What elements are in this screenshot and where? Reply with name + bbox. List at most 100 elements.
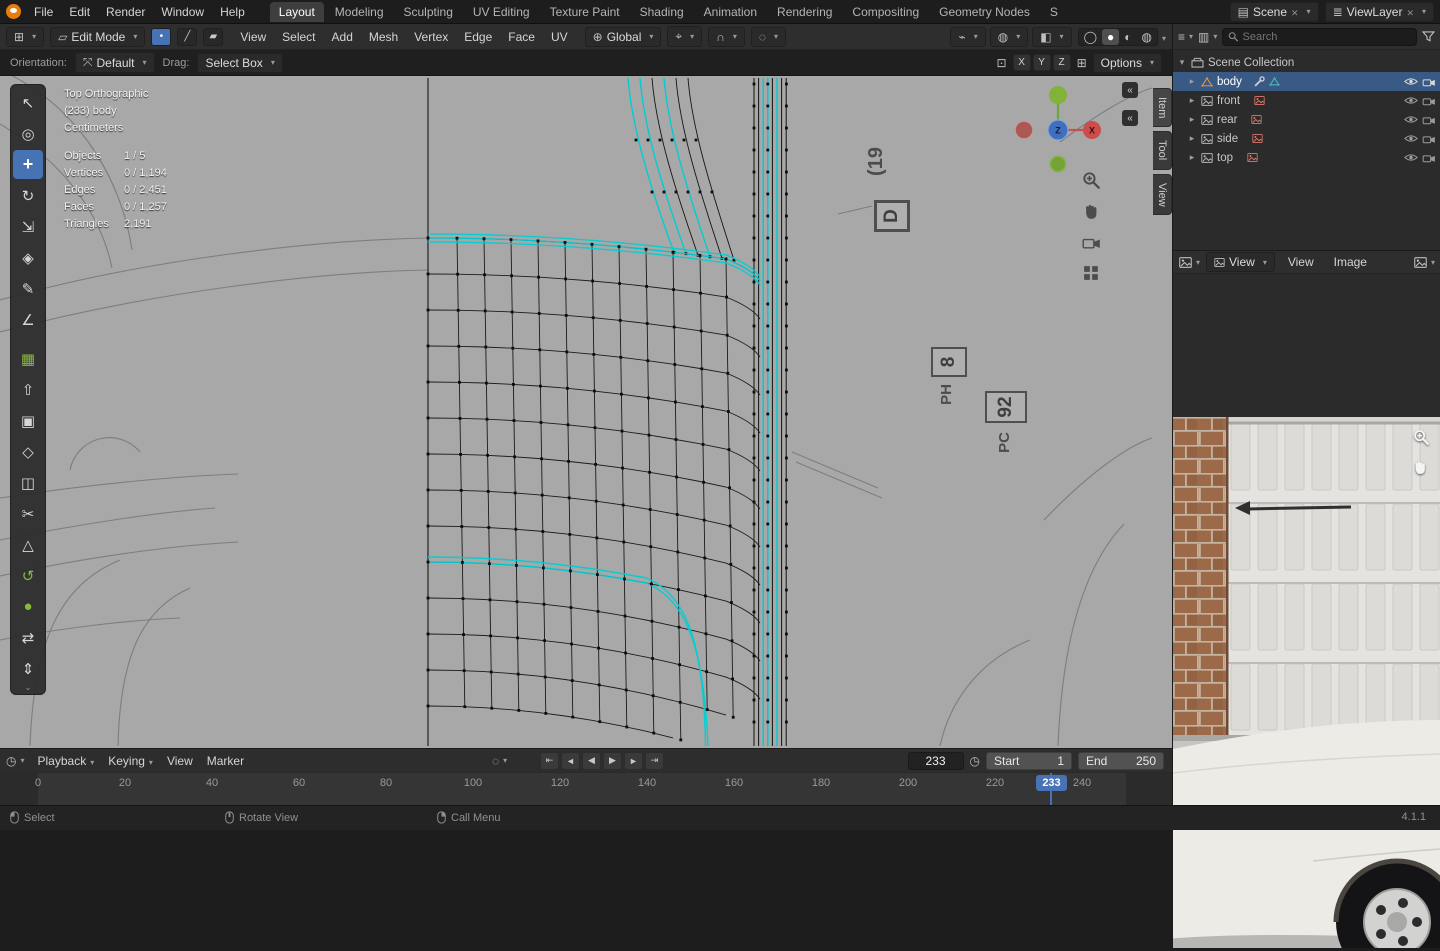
- drag-dropdown[interactable]: Select Box: [197, 52, 283, 73]
- workspace-tab-sculpting[interactable]: Sculpting: [395, 2, 462, 22]
- transform-orientation-dropdown[interactable]: ⊕ Global: [584, 26, 662, 47]
- outliner-row-rear[interactable]: ▸ rear: [1173, 110, 1440, 129]
- playhead-frame-badge[interactable]: 233: [1036, 775, 1067, 791]
- workspace-tab-uv-editing[interactable]: UV Editing: [464, 2, 539, 22]
- editor-type-button[interactable]: ⊞: [6, 26, 45, 47]
- loop-cut-tool[interactable]: ◫: [13, 468, 43, 497]
- hide-eye-icon[interactable]: [1404, 77, 1418, 86]
- menu-mesh[interactable]: Mesh: [362, 28, 405, 46]
- timeline-menu-view[interactable]: View: [160, 752, 200, 770]
- workspace-tab-modeling[interactable]: Modeling: [326, 2, 393, 22]
- cursor-tool[interactable]: ◎: [13, 119, 43, 148]
- jump-to-end-button[interactable]: ⇥: [645, 751, 664, 770]
- vertex-select-button[interactable]: •: [151, 27, 172, 46]
- rotate-tool[interactable]: ↻: [13, 181, 43, 210]
- outliner-row-side[interactable]: ▸ side: [1173, 129, 1440, 148]
- hide-eye-icon[interactable]: [1404, 153, 1418, 162]
- pan-button[interactable]: [1079, 199, 1103, 223]
- outliner-display-mode-button[interactable]: ▥: [1198, 30, 1217, 44]
- image-browse-button[interactable]: [1414, 257, 1435, 268]
- workspace-tab-shading[interactable]: Shading: [631, 2, 693, 22]
- edge-slide-tool[interactable]: ⇄: [13, 623, 43, 652]
- shading-wireframe-button[interactable]: ◯: [1079, 29, 1102, 45]
- menu-view[interactable]: View: [233, 28, 273, 46]
- snap-target-icon[interactable]: ⊞: [1077, 56, 1087, 70]
- extrude-tool[interactable]: ⇧: [13, 375, 43, 404]
- image-menu-image[interactable]: Image: [1327, 253, 1374, 271]
- inset-tool[interactable]: ▣: [13, 406, 43, 435]
- menu-help[interactable]: Help: [213, 3, 252, 21]
- outliner-row-body[interactable]: ▸ body: [1173, 72, 1440, 91]
- smooth-tool[interactable]: ●: [13, 592, 43, 621]
- menu-add[interactable]: Add: [325, 28, 360, 46]
- disclosure-icon[interactable]: ▸: [1187, 152, 1197, 163]
- outliner-row-top[interactable]: ▸ top: [1173, 148, 1440, 167]
- camera-view-button[interactable]: [1079, 230, 1103, 254]
- blender-logo-icon[interactable]: [6, 4, 21, 19]
- scene-selector[interactable]: ▤ Scene: [1229, 1, 1319, 22]
- menu-edit[interactable]: Edit: [62, 3, 97, 21]
- timeline-menu-marker[interactable]: Marker: [200, 752, 251, 770]
- start-frame-field[interactable]: Start 1: [986, 751, 1072, 770]
- add-cube-tool[interactable]: ▦: [13, 344, 43, 373]
- pivot-point-dropdown[interactable]: ⌖: [667, 26, 703, 47]
- image-view-dropdown[interactable]: View: [1206, 252, 1275, 272]
- viewlayer-selector[interactable]: ≣ ViewLayer: [1324, 1, 1434, 22]
- disclosure-icon[interactable]: ▸: [1187, 114, 1197, 125]
- auto-keying-button[interactable]: ◌: [492, 754, 507, 768]
- proportional-edit-dropdown[interactable]: ◌: [750, 26, 786, 47]
- jump-to-start-button[interactable]: ⇤: [540, 751, 559, 770]
- overlays-button[interactable]: ◍: [989, 26, 1029, 47]
- menu-file[interactable]: File: [27, 3, 60, 21]
- gizmo-y-neg-axis[interactable]: [1049, 155, 1067, 173]
- sidebar-tab-view[interactable]: View: [1153, 173, 1172, 216]
- mode-dropdown[interactable]: ▱ Edit Mode: [50, 26, 146, 47]
- gizmo-x-neg-axis[interactable]: [1015, 121, 1033, 139]
- expand-region-button-2[interactable]: «: [1122, 110, 1138, 126]
- timeline-menu-keying[interactable]: Keying: [101, 752, 160, 770]
- image-editor-type-button[interactable]: [1179, 257, 1200, 268]
- axis-z-button[interactable]: Z: [1052, 54, 1071, 71]
- move-tool[interactable]: +: [13, 150, 43, 179]
- outliner-row-scene-collection[interactable]: ▾ Scene Collection: [1173, 53, 1440, 72]
- hide-eye-icon[interactable]: [1404, 96, 1418, 105]
- end-frame-field[interactable]: End 250: [1078, 751, 1164, 770]
- perspective-toggle-button[interactable]: [1079, 261, 1103, 285]
- disclosure-icon[interactable]: ▸: [1187, 95, 1197, 106]
- workspace-tab-scripting[interactable]: S: [1041, 2, 1067, 22]
- sidebar-tab-item[interactable]: Item: [1153, 88, 1172, 128]
- image-pan-icon[interactable]: [1412, 459, 1428, 475]
- disable-render-icon[interactable]: [1422, 96, 1436, 106]
- navigation-gizmo[interactable]: X Z: [1008, 80, 1108, 180]
- viewlayer-remove-icon[interactable]: [1406, 5, 1414, 19]
- workspace-tab-animation[interactable]: Animation: [695, 2, 766, 22]
- measure-tool[interactable]: ∠: [13, 305, 43, 334]
- snap-dropdown[interactable]: ∩: [708, 26, 745, 47]
- zoom-button[interactable]: [1079, 168, 1103, 192]
- next-keyframe-button[interactable]: ►: [624, 751, 643, 770]
- shading-rendered-button[interactable]: ◍: [1137, 29, 1157, 45]
- timeline-editor-type-button[interactable]: ◷: [6, 754, 25, 768]
- hide-eye-icon[interactable]: [1404, 134, 1418, 143]
- outliner-row-front[interactable]: ▸ front: [1173, 91, 1440, 110]
- workspace-tab-layout[interactable]: Layout: [269, 1, 324, 22]
- orientation-dropdown[interactable]: ⤧ Default: [74, 52, 155, 73]
- shading-material-button[interactable]: ◐: [1119, 29, 1136, 45]
- image-zoom-icon[interactable]: [1413, 429, 1429, 445]
- prev-keyframe-button[interactable]: ◄: [561, 751, 580, 770]
- move-gizmo-toggle-icon[interactable]: ⊡: [997, 56, 1007, 70]
- disable-render-icon[interactable]: [1422, 115, 1436, 125]
- workspace-tab-geometry-nodes[interactable]: Geometry Nodes: [930, 2, 1039, 22]
- expand-region-button[interactable]: «: [1122, 82, 1138, 98]
- disclosure-icon[interactable]: ▾: [1177, 57, 1187, 68]
- image-menu-view[interactable]: View: [1281, 253, 1321, 271]
- xray-button[interactable]: ◧: [1032, 26, 1072, 47]
- transform-tool[interactable]: ◈: [13, 243, 43, 272]
- tweak-tool[interactable]: ↖: [13, 88, 43, 117]
- timeline-ruler[interactable]: 0 20 40 60 80 100 120 140 160 180 200 22…: [0, 772, 1172, 806]
- shading-options-dropdown[interactable]: [1158, 30, 1166, 44]
- shading-solid-button[interactable]: ●: [1102, 28, 1120, 45]
- menu-uv[interactable]: UV: [544, 28, 575, 46]
- reference-photo[interactable]: [1143, 417, 1440, 951]
- disable-render-icon[interactable]: [1422, 134, 1436, 144]
